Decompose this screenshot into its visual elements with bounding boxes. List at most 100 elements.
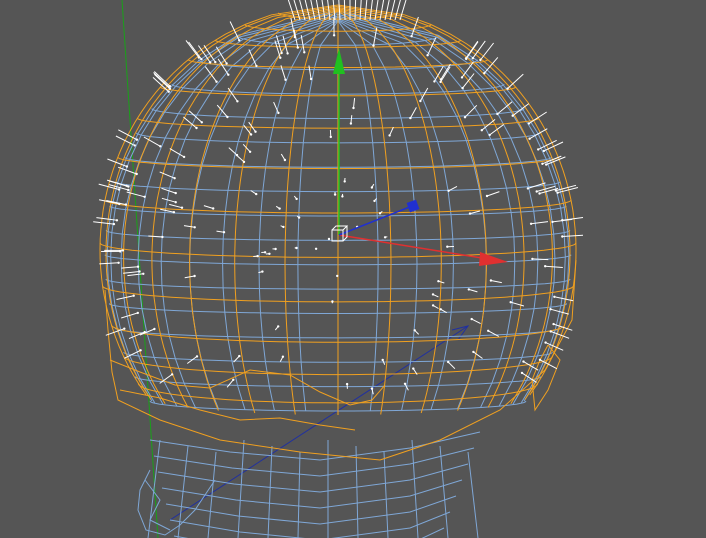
vertex-dot	[409, 116, 412, 120]
vertex-dot	[249, 133, 253, 136]
vertex-dot	[255, 192, 258, 196]
vertex-dot	[431, 293, 435, 296]
vertex-dot	[195, 355, 199, 358]
vertex-dot	[370, 387, 374, 390]
vertex-dot	[222, 231, 226, 234]
vertex-dot	[136, 265, 140, 268]
vertex-dot	[447, 189, 450, 192]
vertex-dot	[433, 80, 436, 83]
vertex-dot	[372, 44, 375, 47]
vertex-dot	[496, 112, 499, 116]
normal-tick	[343, 0, 346, 21]
vertex-dot	[341, 195, 344, 198]
vertex-dot	[556, 191, 559, 194]
vertex-dot	[138, 270, 141, 273]
vertex-dot	[295, 246, 298, 250]
vertex-dot	[232, 378, 235, 381]
vertex-dot	[329, 135, 332, 139]
vertex-dot	[225, 62, 228, 65]
vertex-dot	[526, 187, 530, 190]
vertex-dot	[280, 51, 283, 55]
vertex-dot	[470, 317, 473, 321]
vertex-dot	[487, 329, 490, 332]
3d-viewport[interactable]	[0, 0, 706, 538]
vertex-dot	[212, 207, 215, 210]
vertex-dot	[195, 126, 198, 130]
vertex-dot	[182, 155, 186, 159]
vertex-dot	[284, 78, 287, 82]
vertex-dot	[235, 153, 239, 157]
vertex-dot	[193, 226, 196, 229]
vertex-dot	[303, 51, 306, 54]
vertex-dot	[527, 122, 531, 125]
vertex-dot	[553, 295, 556, 298]
vertex-dot	[277, 325, 280, 328]
vertex-dot	[117, 261, 120, 264]
vertex-dot	[373, 199, 376, 203]
vertex-dot	[561, 219, 564, 222]
vertex-dot	[167, 86, 171, 89]
vertex-dot	[135, 172, 138, 176]
vertex-dot	[480, 129, 483, 132]
vertex-dot	[277, 111, 280, 115]
vertex-dot	[509, 301, 512, 304]
vertex-dot	[214, 60, 217, 64]
vertex-dot	[529, 222, 533, 225]
vertex-dot	[531, 257, 534, 261]
vertex-dot	[242, 160, 246, 164]
vertex-dot	[117, 188, 121, 191]
vertex-dot	[472, 350, 475, 354]
vertex-dot	[549, 330, 552, 333]
viewport-canvas[interactable]	[0, 0, 706, 538]
vertex-dot	[378, 212, 382, 215]
vertex-dot	[447, 360, 450, 364]
vertex-dot	[413, 329, 416, 332]
vertex-dot	[538, 192, 541, 195]
vertex-dot	[283, 158, 287, 162]
vertex-dot	[554, 189, 558, 192]
vertex-dot	[419, 99, 422, 103]
vertex-dot	[125, 165, 129, 168]
vertex-dot	[370, 186, 374, 189]
vertex-dot	[121, 249, 125, 252]
vertex-dot	[236, 100, 239, 103]
vertex-dot	[281, 355, 285, 358]
vertex-dot	[227, 73, 230, 76]
vertex-dot	[467, 288, 470, 291]
vertex-dot	[255, 64, 258, 68]
vertex-dot	[139, 349, 142, 352]
vertex-dot	[226, 115, 229, 119]
vertex-dot	[381, 358, 384, 362]
vertex-dot	[485, 194, 489, 198]
vertex-dot	[238, 354, 241, 358]
vertex-dot	[193, 274, 196, 278]
vertex-dot	[200, 58, 203, 61]
vertex-dot	[479, 58, 482, 62]
vertex-dot	[286, 52, 289, 55]
vertex-dot	[528, 137, 531, 140]
vertex-dot	[124, 203, 128, 206]
vertex-dot	[336, 274, 339, 278]
vertex-dot	[261, 270, 264, 273]
vertex-dot	[439, 308, 442, 311]
vertex-dot	[143, 195, 146, 198]
vertex-dot	[132, 294, 135, 297]
vertex-dot	[549, 308, 552, 311]
vertex-dot	[142, 272, 145, 275]
vertex-dot	[439, 80, 442, 84]
vertex-dot	[551, 220, 554, 224]
vertex-dot	[403, 382, 407, 385]
vertex-dot	[200, 121, 203, 124]
vertex-dot	[464, 57, 468, 60]
vertex-dot	[295, 197, 298, 201]
vertex-dot	[331, 300, 334, 303]
vertex-dot	[426, 54, 429, 57]
vertex-dot	[123, 327, 126, 330]
vertex-dot	[279, 56, 282, 59]
vertex-dot	[254, 130, 257, 133]
vertex-dot	[215, 80, 218, 83]
vertex-dot	[431, 304, 435, 307]
vertex-dot	[263, 251, 267, 254]
vertex-dot	[274, 247, 277, 251]
vertex-dot	[352, 106, 355, 110]
